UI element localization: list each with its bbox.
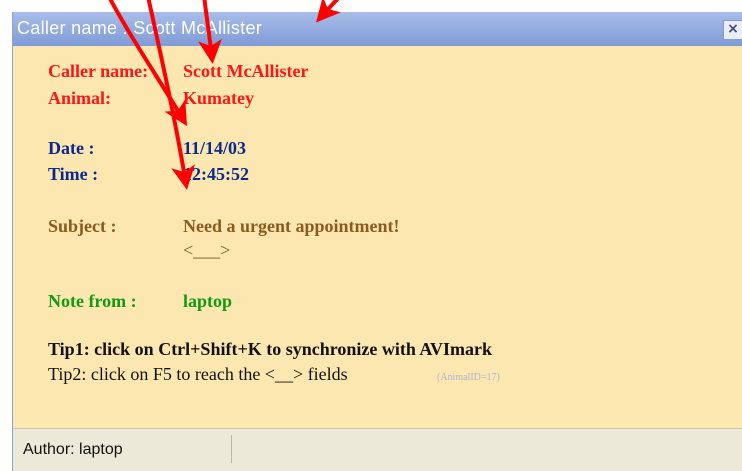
caller-name-label: Caller name: [48, 61, 149, 81]
time-label: Time : [48, 164, 99, 184]
subject-value: Need a urgent appointment! [183, 216, 400, 236]
content-area: Caller name: Scott McAllister Animal: Ku… [13, 46, 742, 428]
status-bar: Author: laptop [13, 428, 742, 471]
time-value: 12:45:52 [183, 164, 249, 184]
animal-label: Animal: [48, 88, 111, 108]
caller-notification-window: Caller name : Scott McAllister × Caller … [12, 12, 742, 471]
window-title: Caller name : Scott McAllister [17, 18, 263, 38]
caller-name-value: Scott McAllister [183, 61, 309, 81]
tip-1: Tip1: click on Ctrl+Shift+K to synchroni… [48, 339, 493, 359]
note-value: laptop [183, 291, 233, 311]
close-icon[interactable]: × [723, 20, 742, 40]
titlebar: Caller name : Scott McAllister × [13, 12, 742, 46]
date-label: Date : [48, 138, 95, 158]
subject-placeholder: <___> [183, 240, 231, 260]
date-value: 11/14/03 [183, 138, 247, 158]
tip-2: Tip2: click on F5 to reach the <__> fiel… [48, 364, 348, 384]
animal-id-meta: (AnimalID=17) [437, 372, 500, 383]
note-label: Note from : [48, 291, 137, 311]
status-divider [231, 435, 232, 463]
status-author: Author: laptop [23, 441, 123, 458]
subject-label: Subject : [48, 216, 117, 236]
animal-value: Kumatey [183, 88, 254, 108]
